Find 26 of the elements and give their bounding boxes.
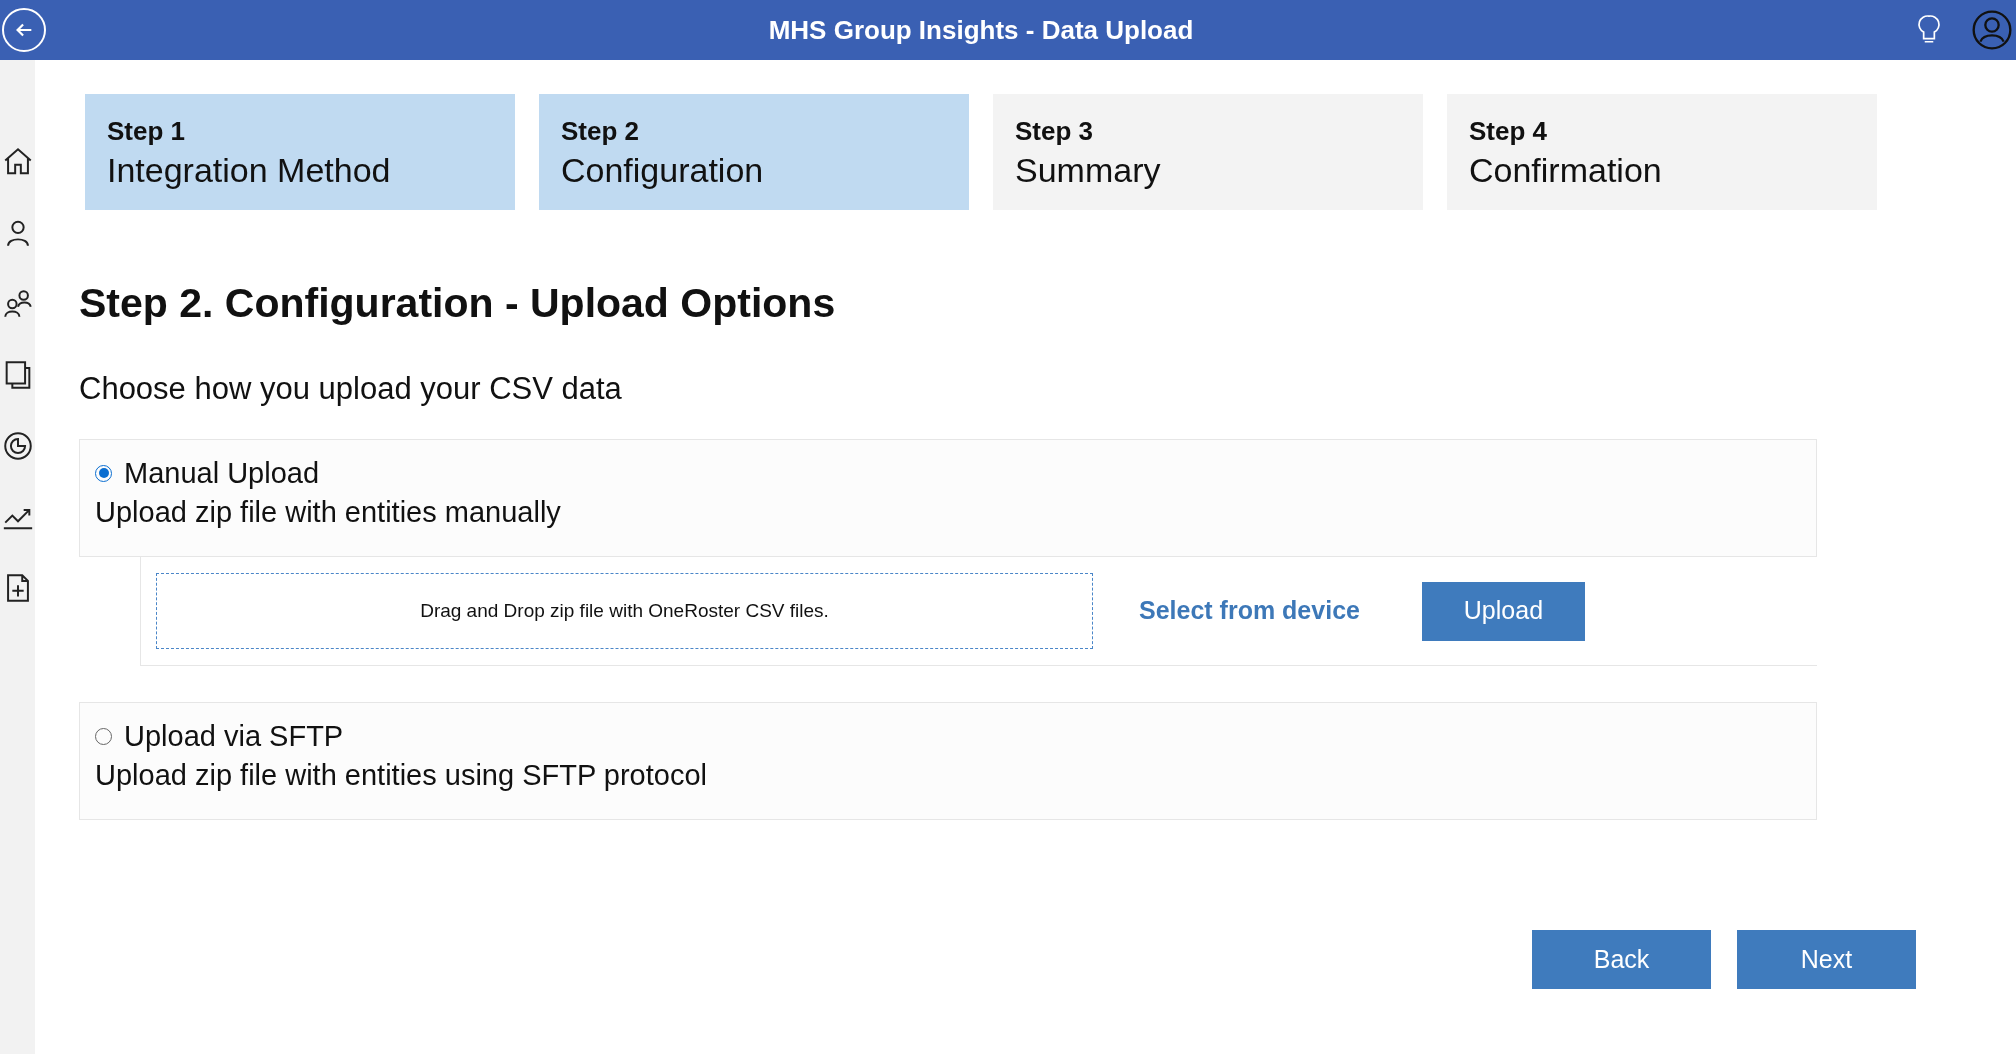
drop-zone-text: Drag and Drop zip file with OneRoster CSV files. (420, 598, 829, 623)
lightbulb-icon[interactable] (1916, 14, 1942, 46)
drop-zone[interactable]: Drag and Drop zip file with OneRoster CSV files. (156, 573, 1093, 649)
option-description: Upload zip file with entities using SFTP protocol (95, 758, 708, 793)
nav-button[interactable]: Back (1532, 930, 1711, 989)
option-panel[interactable]: Upload via SFTP Upload zip file with entities using SFTP protocol (79, 702, 1817, 820)
nav-button[interactable]: Next (1737, 930, 1916, 989)
page-heading: Step 2. Configuration - Upload Options (79, 279, 837, 328)
step-number: Step 3 (1015, 115, 1095, 148)
upload-button[interactable]: Upload (1421, 581, 1585, 641)
option-title: Manual Upload (124, 456, 320, 491)
step-label: Integration Method (107, 150, 392, 191)
step-number: Step 4 (1469, 115, 1549, 148)
option-description: Upload zip file with entities manually (95, 495, 562, 530)
option-panel[interactable]: Manual Upload Upload zip file with entities manually (79, 439, 1817, 557)
option-title: Upload via SFTP (124, 719, 344, 754)
step-number: Step 1 (107, 115, 187, 148)
step-label: Confirmation (1469, 150, 1663, 191)
step-label: Summary (1015, 150, 1162, 191)
back-icon[interactable] (2, 8, 46, 52)
app-title: MHS Group Insights - Data Upload (768, 13, 1194, 47)
step-number: Step 2 (561, 115, 641, 148)
page-subheading: Choose how you upload your CSV data (79, 370, 623, 408)
account-icon[interactable] (1972, 10, 2012, 50)
select-device-link[interactable]: Select from device (1139, 592, 1360, 630)
step-label: Configuration (561, 150, 765, 191)
